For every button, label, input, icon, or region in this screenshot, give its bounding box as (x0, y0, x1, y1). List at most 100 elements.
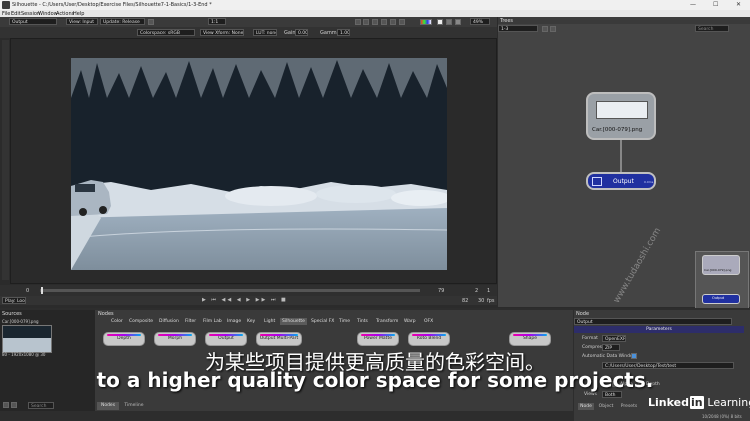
trees-title: Trees (500, 18, 514, 24)
mask-icon[interactable] (399, 19, 405, 25)
playhead[interactable] (41, 287, 43, 294)
output-node-icon (592, 177, 602, 186)
guides-icon[interactable] (372, 19, 378, 25)
trees-panel[interactable]: Trees 1-3 Search Car.[000-079].png Outpu… (498, 17, 750, 309)
node-button-morph[interactable]: Morph (154, 332, 196, 346)
new-tree-icon[interactable] (542, 26, 548, 32)
fps-value[interactable]: 30 (478, 298, 484, 304)
minimize-button[interactable]: — (690, 1, 696, 8)
view-input-select[interactable]: View: Input (66, 18, 98, 25)
tree-select[interactable]: 1-3 (498, 25, 538, 32)
tab-light[interactable]: Light (262, 318, 277, 325)
tree-node-output[interactable]: Output 0.0ms (586, 172, 656, 190)
tab-time[interactable]: Time (337, 318, 352, 325)
tab-special-fx[interactable]: Special FX (309, 318, 336, 325)
viewer-image[interactable] (71, 58, 447, 270)
node-thumbnail (596, 101, 648, 119)
node-button-output[interactable]: Output (205, 332, 247, 346)
update-select[interactable]: Update: Release (100, 18, 145, 25)
tab-presets[interactable]: Presets (618, 403, 640, 410)
tab-transform[interactable]: Transform (374, 318, 400, 325)
channel-icon[interactable] (363, 19, 369, 25)
parameters-header: Parameters (574, 326, 744, 333)
timeline-track[interactable] (40, 289, 420, 292)
node-button-power-matte[interactable]: Power Matte (357, 332, 399, 346)
node-name-field[interactable]: Output (574, 318, 732, 325)
lock-icon[interactable] (148, 19, 154, 25)
car-shape (71, 180, 111, 216)
zoom-ratio-select[interactable]: 1:1 (208, 18, 226, 25)
node-button-depth[interactable]: Depth (103, 332, 145, 346)
overlay-icon[interactable] (355, 19, 361, 25)
tab-warp[interactable]: Warp (402, 318, 418, 325)
car-node-label: Car.[000-079].png (592, 127, 643, 133)
node-button-shape[interactable]: Shape (509, 332, 551, 346)
add-source-icon[interactable] (3, 402, 9, 408)
checker-icon[interactable] (381, 19, 387, 25)
timeline-current: 79 (438, 288, 445, 294)
tab-node[interactable]: Node (578, 403, 594, 410)
sources-title: Sources (2, 311, 22, 317)
tree-search-input[interactable]: Search (695, 25, 729, 32)
roi-icon[interactable] (390, 19, 396, 25)
nodes-title: Nodes (98, 311, 114, 317)
memory-status: 10/2048 (0%) 8 bits (702, 414, 742, 419)
tab-color[interactable]: Color (109, 318, 125, 325)
lut-select[interactable]: LUT: none (253, 29, 277, 36)
viewer-color-controls: Colorspace: sRGB View Xform: None LUT: n… (0, 27, 497, 38)
tree-options-icon[interactable] (550, 26, 556, 32)
maximize-button[interactable]: ☐ (713, 1, 718, 8)
linkedin-text: Linked (648, 396, 689, 409)
views-label: Views (584, 392, 598, 397)
app-icon (2, 1, 10, 9)
tab-nodes-bottom[interactable]: Nodes (97, 402, 119, 410)
node-button-roto-blend[interactable]: Roto Blend (408, 332, 450, 346)
timeline-bar[interactable]: 0 79 2 1 (0, 285, 497, 296)
rgb-channels-icon[interactable] (420, 19, 432, 25)
node-button-output-multipart[interactable]: Output Multi-Part (256, 332, 302, 346)
tab-composite[interactable]: Composite (127, 318, 155, 325)
view-xform-select[interactable]: View Xform: None (200, 29, 244, 36)
viewer-toolbar: Output View: Input Update: Release 1:1 4… (0, 17, 497, 27)
gain-label: Gain (284, 30, 296, 36)
playback-controls: Play: Loop ▶ ⏮ ◀◀ ◀ ▶ ▶▶ ⏭ ■ 82 30 fps (0, 296, 497, 305)
tab-tints[interactable]: Tints (355, 318, 370, 325)
timeline-in[interactable]: 2 (475, 288, 478, 294)
car-snow-image (71, 58, 447, 270)
tree-node-car[interactable]: Car.[000-079].png (586, 92, 656, 140)
tab-ofx[interactable]: OFX (422, 318, 435, 325)
linkedin-in-badge: in (689, 396, 704, 409)
tab-diffusion[interactable]: Diffusion (157, 318, 181, 325)
tab-timeline-bottom[interactable]: Timeline (121, 402, 147, 410)
tab-object[interactable]: Object (596, 403, 616, 410)
window-title: Silhouette - C:/Users/User/Desktop/Exerc… (12, 2, 212, 8)
colorspace-select[interactable]: Colorspace: sRGB (137, 29, 195, 36)
views-select[interactable]: Both (602, 391, 622, 398)
white-swatch-icon[interactable] (437, 19, 443, 25)
tab-film-lab[interactable]: Film Lab (201, 318, 224, 325)
timeline-out[interactable]: 1 (487, 288, 490, 294)
timeline-start: 0 (26, 288, 30, 294)
transport-buttons[interactable]: ▶ ⏮ ◀◀ ◀ ▶ ▶▶ ⏭ ■ (202, 297, 288, 303)
gain-field[interactable]: 0.00 (295, 29, 308, 36)
view-node-select[interactable]: Output (9, 18, 57, 25)
sources-search-input[interactable]: Search (28, 402, 54, 409)
tab-silhouette[interactable]: Silhouette (280, 318, 307, 325)
zoom-percent-select[interactable]: 49% (470, 18, 490, 25)
stereo-icon[interactable] (455, 19, 461, 25)
gamma-field[interactable]: 1.00 (337, 29, 350, 36)
remove-source-icon[interactable] (11, 402, 17, 408)
tab-key[interactable]: Key (245, 318, 257, 325)
end-frame[interactable]: 82 (462, 298, 468, 304)
format-label: Format (582, 336, 598, 341)
tab-image[interactable]: Image (225, 318, 243, 325)
play-mode-select[interactable]: Play: Loop (2, 297, 26, 304)
tab-filter[interactable]: Filter (183, 318, 198, 325)
overview-car-label: Car.[000-079].png (704, 268, 732, 272)
subtitle-english: to a higher quality color space for some… (96, 368, 654, 392)
close-button[interactable]: ✕ (736, 1, 741, 8)
format-select[interactable]: OpenEXR (602, 335, 626, 342)
source-item-name: Car.[000-079].png (2, 319, 39, 324)
tree-overview[interactable]: Car.[000-079].png Output (695, 251, 749, 309)
gray-swatch-icon[interactable] (446, 19, 452, 25)
